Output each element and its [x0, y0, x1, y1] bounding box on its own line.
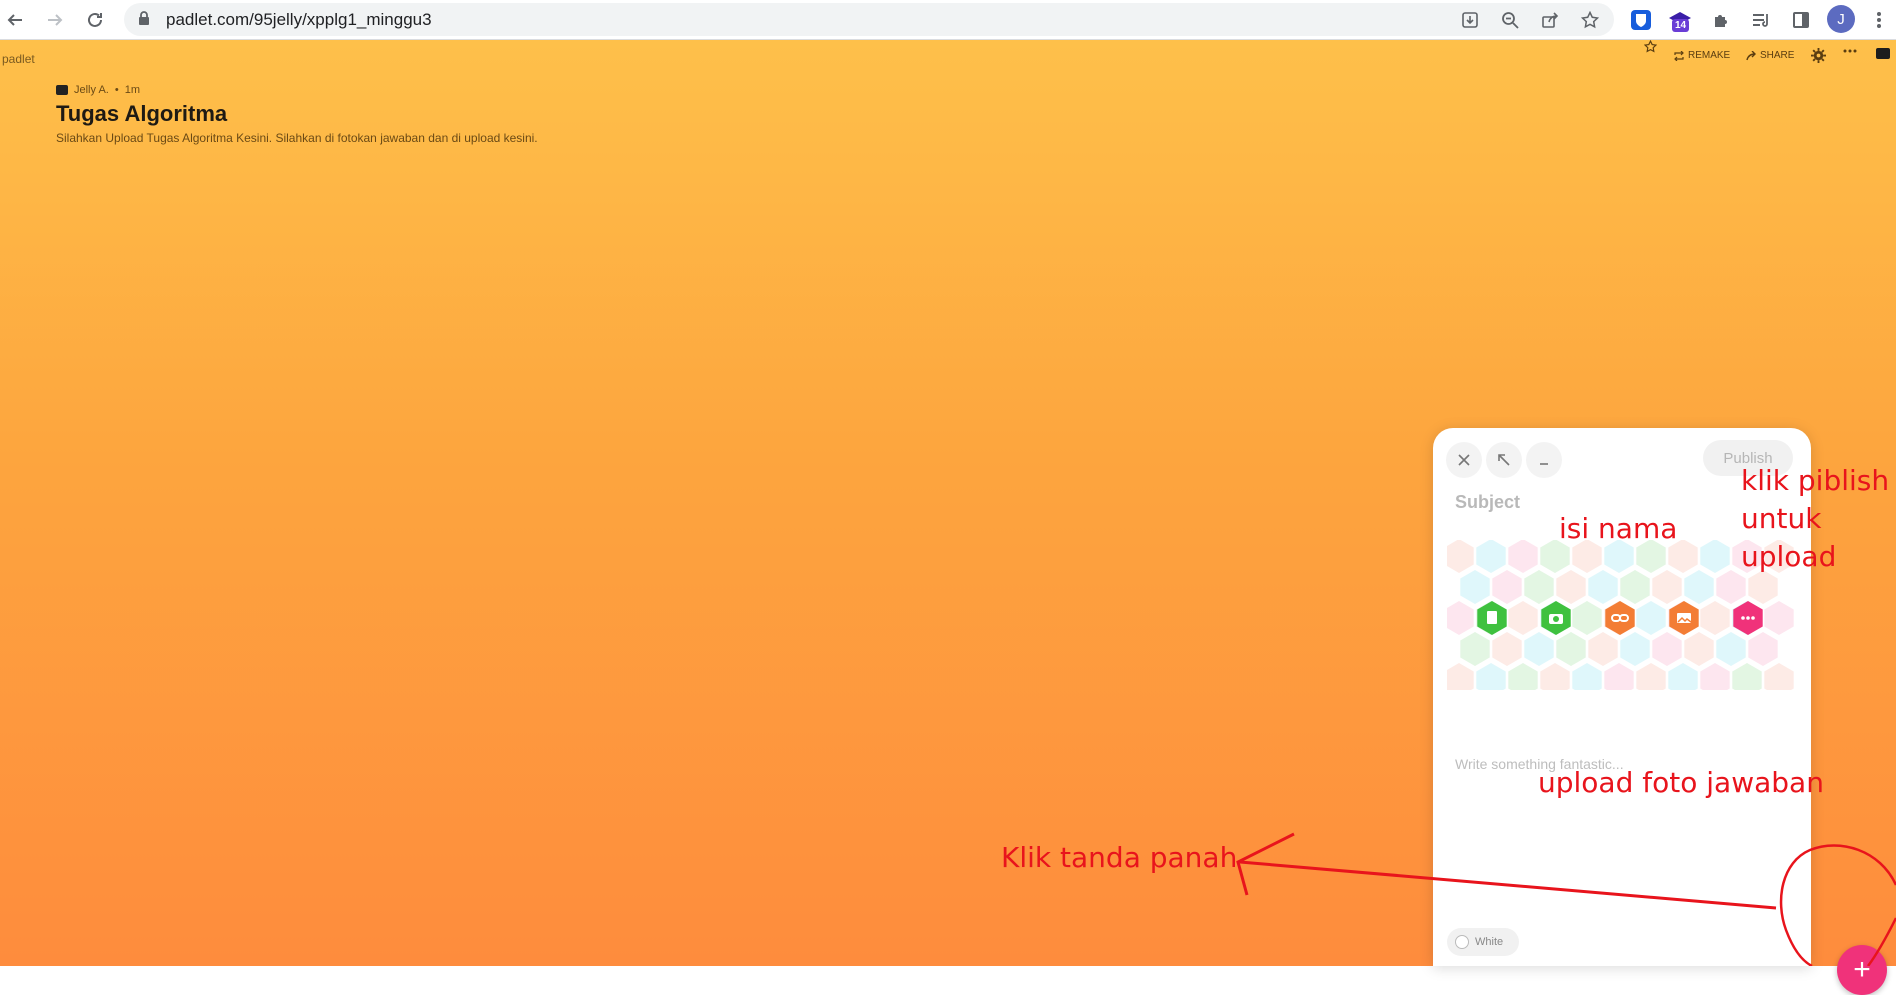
annotation-overlay: [1236, 832, 1896, 966]
annotation-upload: upload foto jawaban: [1538, 766, 1824, 799]
annotation-arrow-label: Klik tanda panah: [1001, 841, 1238, 874]
annotation-circle-tail: [1866, 917, 1896, 966]
annotation-publish-3: upload: [1741, 540, 1837, 573]
annotation-arrow: [1239, 860, 1777, 910]
annotation-publish-1: klik piblish: [1741, 464, 1890, 497]
annotation-publish-2: untuk: [1741, 502, 1822, 535]
annotation-name: isi nama: [1559, 512, 1678, 545]
